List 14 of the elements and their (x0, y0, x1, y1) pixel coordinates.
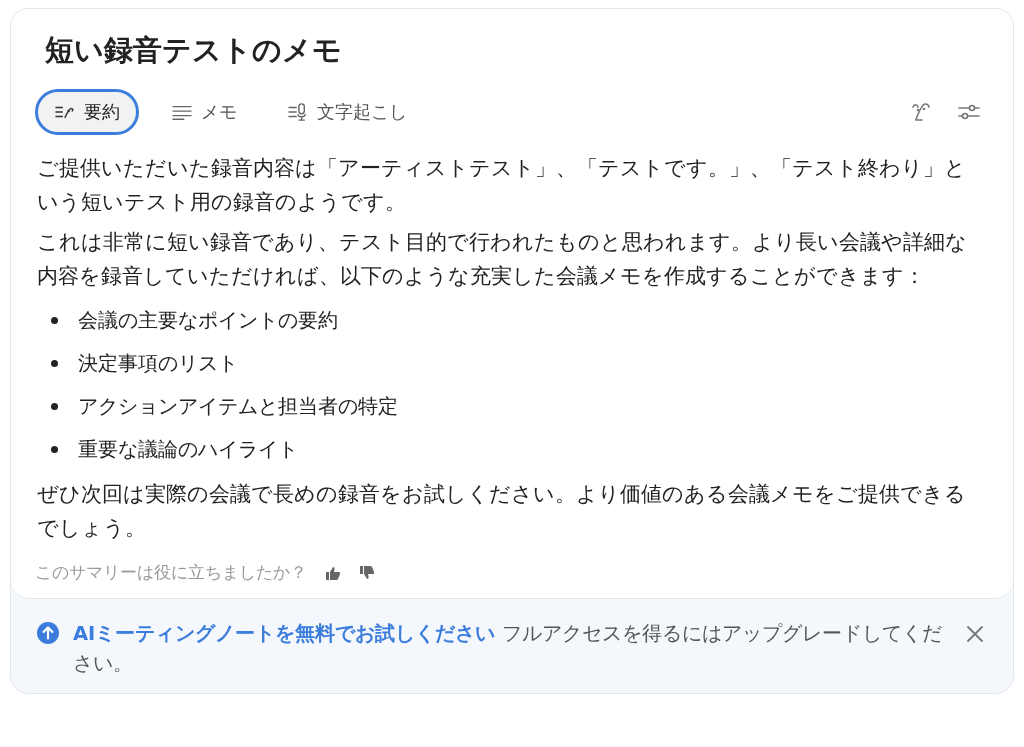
bullet-text: 決定事項のリスト (78, 350, 238, 377)
trial-link[interactable]: AIミーティングノートを無料でお試しください (73, 622, 496, 645)
summary-paragraph: これは非常に短い録音であり、テスト目的で行われたものと思われます。より長い会議や詳細な内容を録音していただければ、以下のような充実した会議メモを作成することができます： (37, 229, 968, 290)
bullet-text: アクションアイテムと担当者の特定 (78, 393, 398, 420)
note-title: 短い録音テストのメモ (45, 32, 343, 69)
tab[interactable]: 文字起こし (269, 90, 425, 134)
summary-paragraph: ぜひ次回は実際の会議で長めの録音をお試しください。より価値のある会議メモをご提供できるでしょう。 (37, 481, 967, 542)
banner-message: AIミーティングノートを無料でお試しください フルアクセスを得るにはアップグレードしてください。 (73, 621, 943, 677)
tab[interactable]: メモ (153, 90, 255, 134)
summary-paragraph: ご提供いただいた録音内容は「アーティストテスト」、「テストです。」、「テスト終わり」という短いテスト用の録音のようです。 (37, 155, 967, 216)
bullet-text: 会議の主要なポイントの要約 (78, 307, 338, 334)
tab[interactable]: 要約 (35, 89, 139, 135)
bullet-text: 重要な議論のハイライト (78, 436, 298, 463)
feedback-question: このサマリーは役に立ちましたか？ (35, 561, 307, 584)
